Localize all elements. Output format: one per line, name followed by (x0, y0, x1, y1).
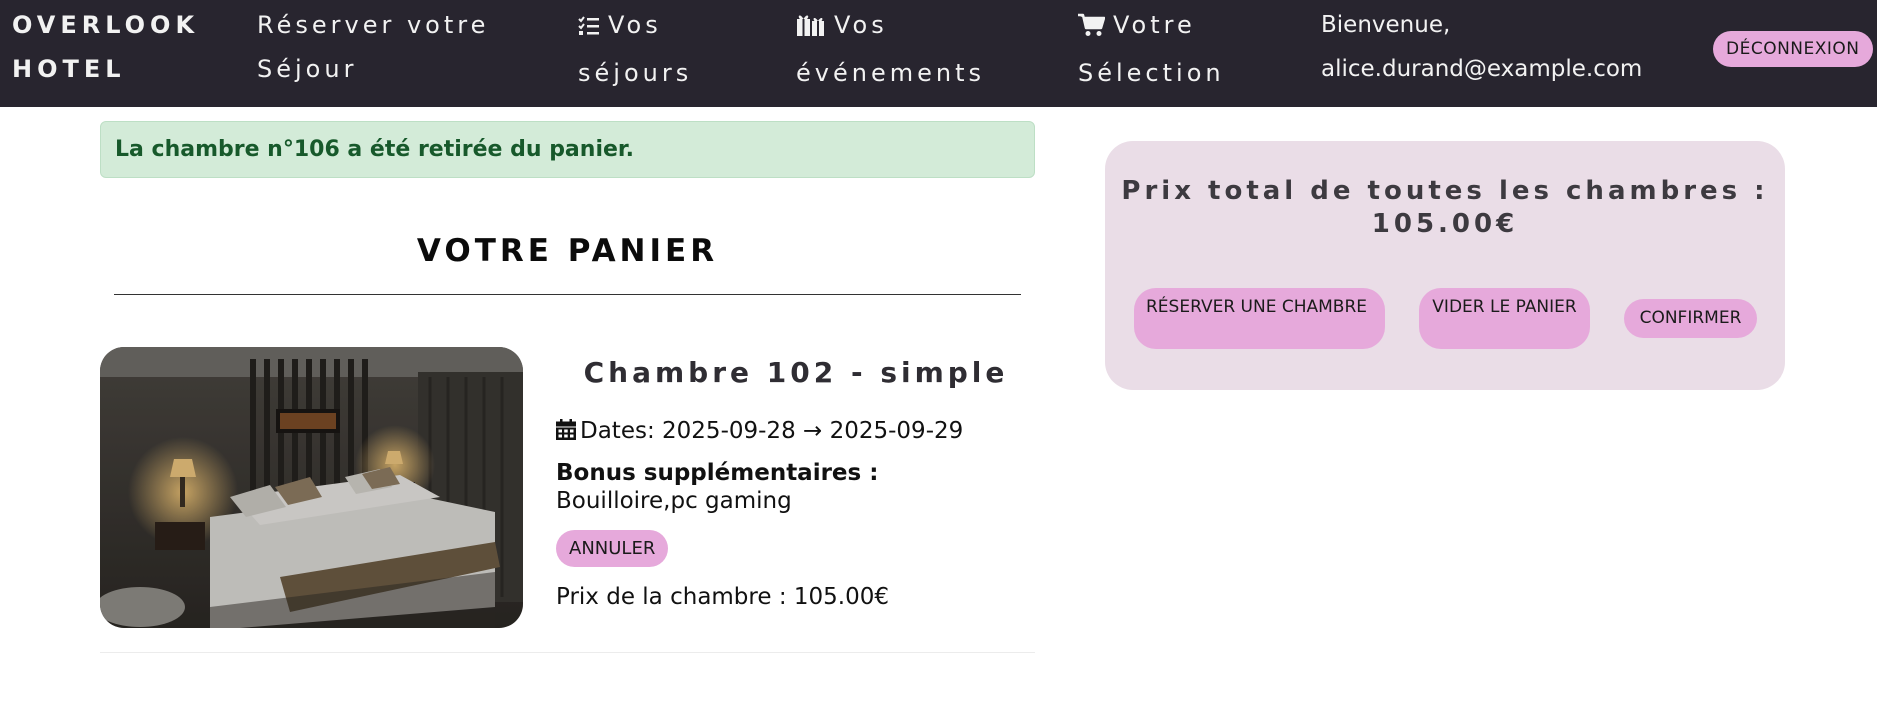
empty-cart-button[interactable]: VIDER LE PANIER (1419, 288, 1590, 349)
logout-button[interactable]: DÉCONNEXION (1713, 31, 1873, 67)
confirm-button[interactable]: CONFIRMER (1624, 299, 1757, 338)
cart-summary-panel: Prix total de toutes les chambres : 105.… (1105, 141, 1785, 390)
dates-value: 2025-09-28 → 2025-09-29 (662, 418, 964, 444)
top-navbar: OVERLOOK HOTEL Réserver votre Séjour Vos… (0, 0, 1877, 107)
welcome-text: Bienvenue, alice.durand@example.com (1321, 3, 1642, 91)
reserve-room-button[interactable]: RÉSERVER UNE CHAMBRE (1134, 288, 1385, 349)
nav-reserve-stay[interactable]: Réserver votre Séjour (257, 3, 489, 91)
calendar-icon (556, 419, 576, 446)
total-price: Prix total de toutes les chambres : 105.… (1105, 175, 1785, 241)
divider (100, 652, 1035, 653)
cart-icon (1078, 7, 1106, 51)
room-price: Prix de la chambre : 105.00€ (556, 584, 889, 610)
room-name: Chambre 102 - simple (583, 356, 1009, 389)
brand-logo[interactable]: OVERLOOK HOTEL (12, 3, 199, 91)
bonus-value: Bouilloire,pc gaming (556, 488, 792, 514)
bonus-label: Bonus supplémentaires : (556, 460, 879, 486)
room-dates: Dates: 2025-09-28 → 2025-09-29 (556, 418, 963, 446)
gift-icon (796, 7, 826, 51)
room-bonus: Bonus supplémentaires : Bouilloire,pc ga… (556, 459, 996, 515)
total-price-value: 105.00€ (1371, 209, 1519, 239)
room-photo (100, 347, 523, 628)
nav-my-selection[interactable]: Votre Sélection (1078, 3, 1225, 95)
checklist-icon (578, 7, 600, 51)
user-email: alice.durand@example.com (1321, 56, 1643, 82)
nav-my-stays[interactable]: Vos séjours (578, 3, 692, 95)
success-alert: La chambre n°106 a été retirée du panier… (100, 121, 1035, 178)
cart-title: VOTRE PANIER (416, 233, 719, 269)
cancel-room-button[interactable]: ANNULER (556, 530, 669, 567)
nav-my-events[interactable]: Vos événements (796, 3, 985, 95)
divider (114, 294, 1021, 295)
